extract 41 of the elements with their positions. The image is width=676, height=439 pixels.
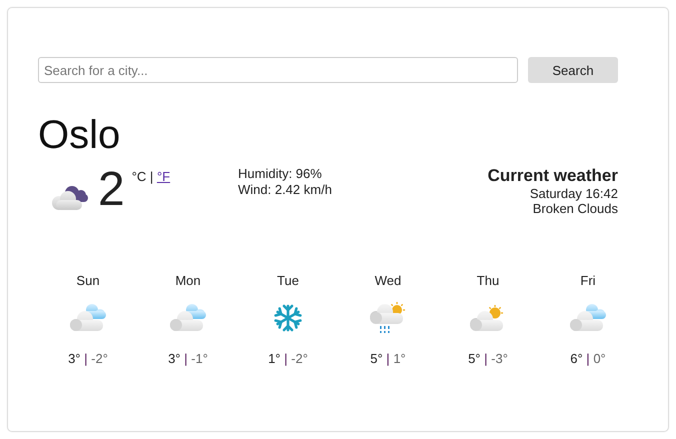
city-name: Oslo: [38, 113, 122, 157]
low-temperature: 0°: [593, 351, 606, 366]
temperature-separator: |: [184, 351, 188, 366]
high-temperature: 1°: [268, 351, 281, 366]
high-temperature: 5°: [468, 351, 481, 366]
search-button[interactable]: Search: [528, 57, 618, 83]
cloud-icon: [168, 303, 208, 333]
unit-separator: |: [150, 169, 154, 184]
temperature-separator: |: [84, 351, 88, 366]
low-temperature: 1°: [393, 351, 406, 366]
temperature-separator: |: [386, 351, 390, 366]
day-label: Thu: [476, 273, 500, 288]
rain-cloud-sun-icon: [368, 301, 408, 335]
date-time: Saturday 16:42: [530, 186, 618, 201]
high-temperature: 3°: [168, 351, 181, 366]
temperature: 2: [98, 165, 125, 215]
low-temperature: -1°: [191, 351, 208, 366]
wind-text: Wind: 2.42 km/h: [238, 182, 333, 198]
day-label: Sun: [76, 273, 100, 288]
high-temperature: 5°: [370, 351, 383, 366]
temperature-separator: |: [586, 351, 590, 366]
low-temperature: -2°: [91, 351, 108, 366]
weather-description: Broken Clouds: [532, 201, 618, 216]
day-label: Tue: [277, 273, 299, 288]
humidity-text: Humidity: 96%: [238, 166, 323, 182]
snowflake-icon: [274, 304, 302, 332]
day-label: Fri: [580, 273, 596, 288]
high-temperature: 6°: [570, 351, 583, 366]
cloud-icon: [68, 303, 108, 333]
low-temperature: -2°: [291, 351, 308, 366]
fahrenheit-link[interactable]: °F: [156, 169, 170, 184]
temperature-separator: |: [484, 351, 488, 366]
day-label: Wed: [374, 273, 402, 288]
low-temperature: -3°: [491, 351, 508, 366]
high-temperature: 3°: [68, 351, 81, 366]
temperature-separator: |: [284, 351, 288, 366]
day-label: Mon: [175, 273, 201, 288]
search-field[interactable]: Search for a city...: [38, 57, 518, 83]
current-weather-heading: Current weather: [488, 166, 618, 186]
cloud-icon: [568, 303, 608, 333]
unit-label: °C: [132, 169, 146, 184]
